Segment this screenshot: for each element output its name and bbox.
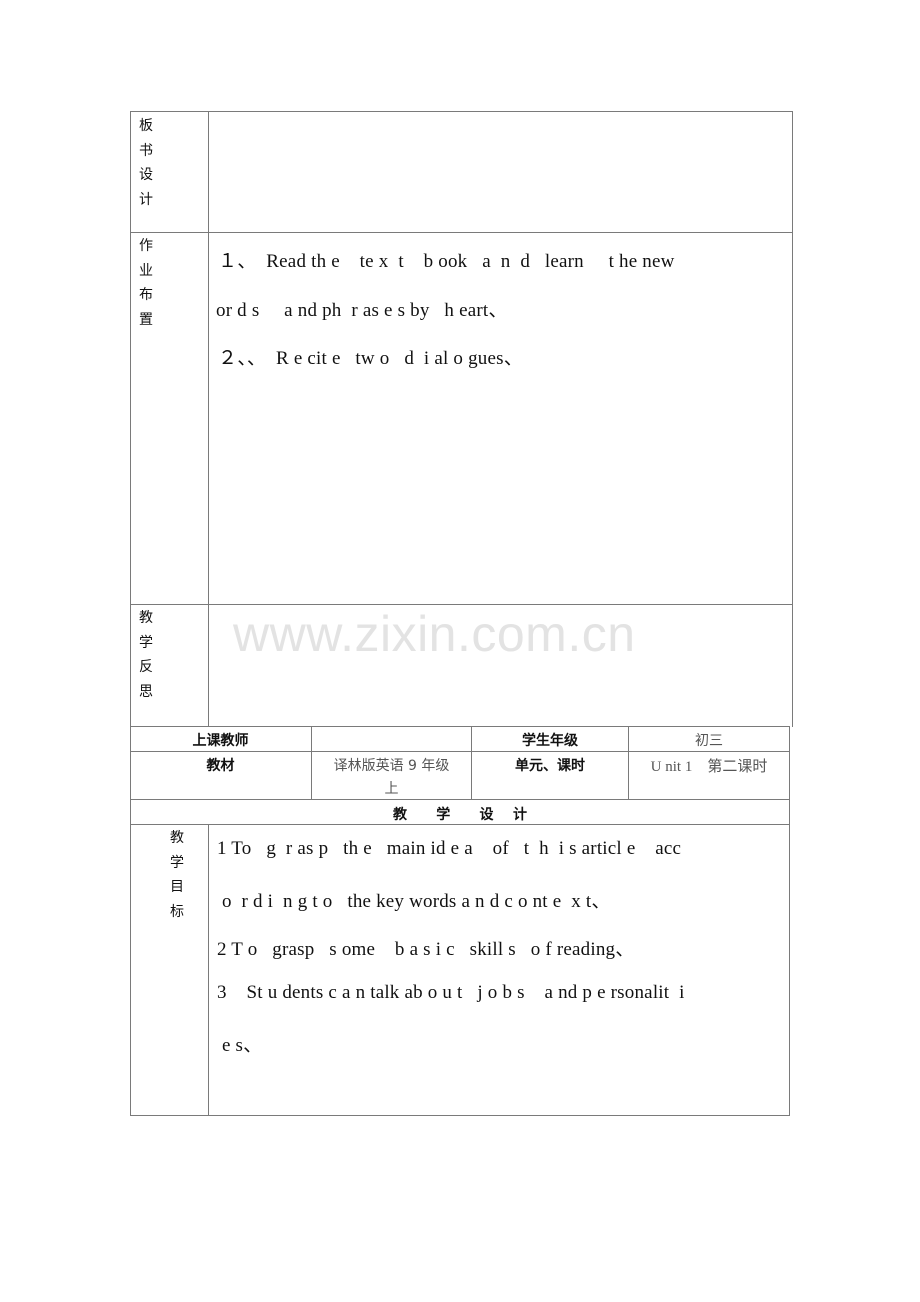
objectives-label: 教 学 目 标 <box>170 826 184 924</box>
homework-line-1: １、 Read th e te x t b ook a n d learn t … <box>218 251 675 272</box>
unit-value: U nit 1 第二课时 <box>650 759 768 775</box>
textbook-value-line-2: 上 <box>384 781 399 797</box>
label-char: 书 <box>139 142 153 159</box>
label-char: 布 <box>139 287 153 303</box>
homework-line-2: or d s a nd ph r as e s by h eart、 <box>216 300 508 321</box>
label-char: 教 <box>139 610 153 626</box>
homework-line-3: ２、、 R e cit e tw o d i al o gues、 <box>218 348 523 369</box>
homework-label: 作 业 布 置 <box>139 234 153 332</box>
label-char: 反 <box>139 659 153 675</box>
label-char: 置 <box>139 311 153 328</box>
watermark: www.zixin.com.cn <box>233 606 636 662</box>
reflection-label: 教 学 反 思 <box>139 606 153 704</box>
label-char: 标 <box>170 903 184 920</box>
label-char: 学 <box>139 634 153 651</box>
homework-content[interactable]: １、 Read th e te x t b ook a n d learn t … <box>210 234 790 602</box>
info-table: 上课教师 学生年级 初三 教材 译林版英语 9 年级 上 单元、课时 U nit… <box>130 726 790 1116</box>
label-char: 板 <box>139 118 153 134</box>
label-char: 学 <box>170 854 184 871</box>
objective-line-3: 2 T o grasp s ome b a s i c skill s o f … <box>217 939 635 960</box>
board-design-content[interactable] <box>210 113 790 231</box>
textbook-value: 译林版英语 9 年级 上 <box>312 755 471 801</box>
label-char: 设 <box>139 167 153 183</box>
label-char: 计 <box>139 191 153 208</box>
objective-line-2: o r d i n g t o the key words a n d c o … <box>217 891 611 912</box>
objectives-content[interactable]: 1 To g r as p th e main id e a of t h i … <box>210 826 788 1114</box>
label-char: 目 <box>170 879 184 895</box>
objective-line-4: 3 St u dents c a n talk ab o u t j o b s… <box>217 982 685 1003</box>
grade-label: 学生年级 <box>522 733 578 749</box>
label-char: 教 <box>170 830 184 846</box>
teacher-label: 上课教师 <box>192 733 249 749</box>
textbook-label: 教材 <box>206 758 235 774</box>
textbook-value-line-1: 译林版英语 9 年级 <box>333 758 450 774</box>
board-design-label: 板 书 设 计 <box>139 114 153 212</box>
label-char: 业 <box>139 262 153 279</box>
label-char: 思 <box>139 683 153 700</box>
teacher-value[interactable] <box>312 730 471 750</box>
grade-value: 初三 <box>695 733 723 749</box>
objective-line-5: e s、 <box>217 1035 263 1056</box>
label-char: 作 <box>139 238 153 254</box>
unit-label: 单元、课时 <box>515 758 585 774</box>
design-title: 教 学 设 计 <box>393 807 527 823</box>
objective-line-1: 1 To g r as p th e main id e a of t h i … <box>217 838 682 859</box>
